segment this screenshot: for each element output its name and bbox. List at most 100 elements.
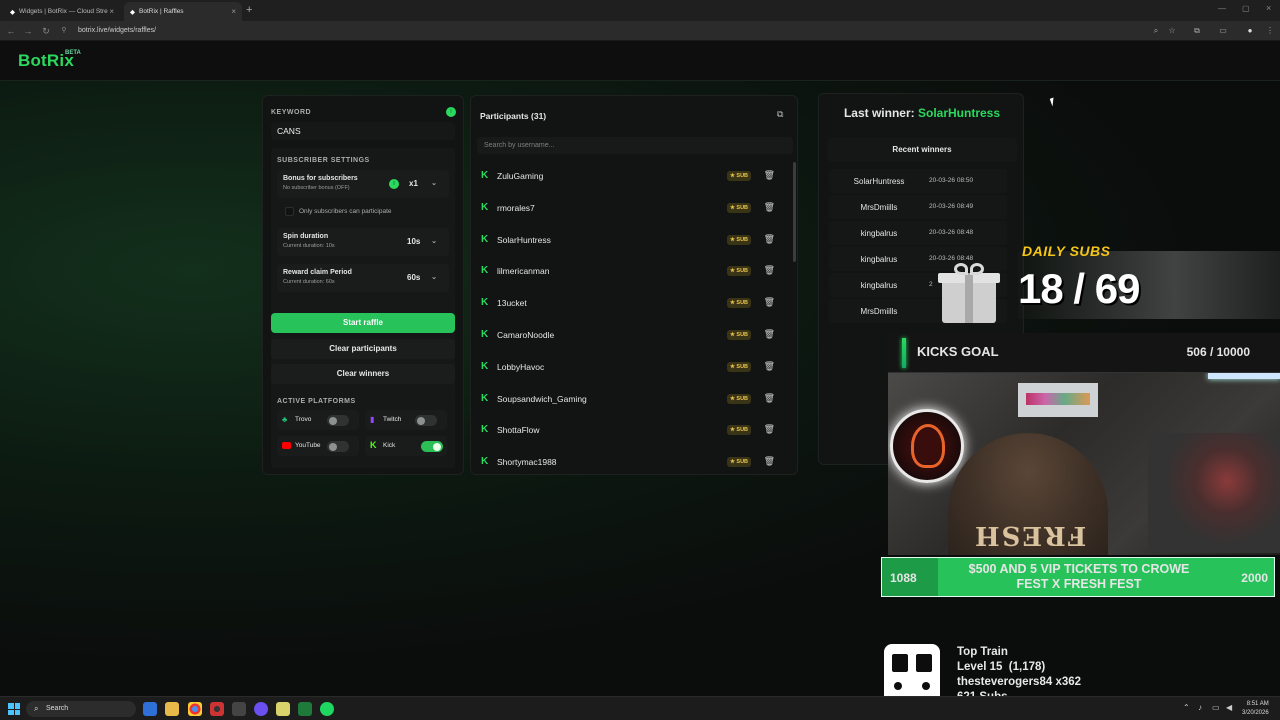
trash-icon[interactable]: 🗑 — [764, 202, 775, 213]
only-subs-checkbox[interactable] — [285, 207, 294, 216]
terminal-icon[interactable] — [232, 702, 246, 716]
address-bar[interactable]: botrix.live/widgets/raffles/ — [78, 24, 1158, 38]
sub-badge: ★ SUB — [727, 361, 751, 372]
file-explorer-icon[interactable] — [165, 702, 179, 716]
bonus-select[interactable]: x1 ⌄ — [405, 177, 441, 191]
platform-name: Trovo — [295, 416, 312, 423]
windows-start-icon[interactable] — [8, 703, 20, 715]
browser-toolbar: ← → ↻ ⚲ botrix.live/widgets/raffles/ ⌕ ☆… — [0, 21, 1280, 41]
platform-youtube: YouTube — [277, 436, 359, 456]
close-window-icon[interactable]: × — [1266, 3, 1271, 13]
participant-name: Shortymac1988 — [497, 457, 557, 468]
forward-icon[interactable]: → — [22, 25, 34, 37]
site-info-icon[interactable]: ⚲ — [58, 25, 70, 37]
clear-participants-button[interactable]: Clear participants — [271, 339, 455, 359]
zoom-icon[interactable]: ⌕ — [1150, 25, 1162, 37]
app-icon[interactable] — [210, 702, 224, 716]
scrollbar[interactable] — [793, 162, 796, 262]
info-icon[interactable]: i — [389, 179, 399, 189]
platform-name: YouTube — [295, 442, 321, 449]
taskbar-search[interactable]: ⌕ Search — [26, 701, 136, 717]
browser-tab-widgets[interactable]: ◆ Widgets | BotRix — Cloud Stre × — [4, 2, 120, 21]
cap-text: FRESH — [973, 520, 1087, 550]
app-icon[interactable] — [276, 702, 290, 716]
participant-search-input[interactable]: Search by username... — [477, 137, 793, 154]
browser-tab-raffles[interactable]: ◆ BotRix | Raffles × — [124, 2, 242, 21]
close-tab-icon[interactable]: × — [231, 7, 236, 16]
chevron-down-icon: ⌄ — [431, 180, 437, 187]
back-icon[interactable]: ← — [5, 25, 17, 37]
participant-row[interactable]: K CamaroNoodle ★ SUB 🗑 — [477, 321, 785, 349]
sidebar-icon[interactable]: ▭ — [1217, 25, 1229, 37]
copy-icon[interactable]: ⧉ — [777, 109, 783, 120]
maximize-icon[interactable]: ▢ — [1242, 4, 1250, 13]
extensions-icon[interactable]: ⧉ — [1191, 25, 1203, 37]
trash-icon[interactable]: 🗑 — [764, 456, 775, 467]
kick-toggle[interactable] — [421, 441, 443, 452]
kick-icon: K — [481, 456, 489, 468]
app-icon[interactable] — [254, 702, 268, 716]
mouse-cursor — [1049, 97, 1057, 107]
spin-select[interactable]: 10s ⌄ — [403, 235, 441, 249]
mic-icon[interactable]: ♪ — [1198, 703, 1202, 712]
new-tab-icon[interactable]: + — [246, 4, 252, 16]
twitch-toggle[interactable] — [415, 415, 437, 426]
trash-icon[interactable]: 🗑 — [764, 361, 775, 372]
trash-icon[interactable]: 🗑 — [764, 329, 775, 340]
bookmark-star-icon[interactable]: ☆ — [1166, 25, 1178, 37]
participant-name: SolarHuntress — [497, 234, 551, 245]
sub-badge: ★ SUB — [727, 234, 751, 245]
reward-select[interactable]: 60s ⌄ — [403, 271, 441, 285]
start-raffle-button[interactable]: Start raffle — [271, 313, 455, 333]
chrome-icon[interactable] — [188, 702, 202, 716]
network-icon[interactable]: ▭ — [1212, 703, 1220, 712]
reward-title: Reward claim Period — [283, 269, 352, 276]
spin-value: 10s — [407, 237, 421, 246]
reward-value: 60s — [407, 273, 421, 282]
trash-icon[interactable]: 🗑 — [764, 170, 775, 181]
bonus-value: x1 — [409, 179, 418, 188]
app-header: BotRix BETA — [0, 41, 1280, 81]
reload-icon[interactable]: ↻ — [40, 25, 52, 37]
profile-icon[interactable]: ● — [1244, 25, 1256, 37]
minimize-icon[interactable]: — — [1218, 4, 1226, 13]
youtube-toggle[interactable] — [327, 441, 349, 452]
participant-row[interactable]: K SolarHuntress ★ SUB 🗑 — [477, 226, 785, 254]
volume-icon[interactable]: ◀ — [1226, 703, 1232, 712]
platform-name: Twitch — [383, 416, 402, 423]
search-icon: ⌕ — [34, 704, 39, 713]
widgets-app-icon[interactable] — [143, 702, 157, 716]
trash-icon[interactable]: 🗑 — [764, 424, 775, 435]
participant-row[interactable]: K LobbyHavoc ★ SUB 🗑 — [477, 353, 785, 381]
spotify-icon[interactable] — [320, 702, 334, 716]
trash-icon[interactable]: 🗑 — [764, 297, 775, 308]
participant-row[interactable]: K Shortymac1988 ★ SUB 🗑 — [477, 448, 785, 476]
participant-row[interactable]: K 13ucket ★ SUB 🗑 — [477, 289, 785, 317]
sticker-wall — [1148, 433, 1280, 553]
participant-row[interactable]: K ZuluGaming ★ SUB 🗑 — [477, 162, 785, 190]
menu-icon[interactable]: ⋮ — [1264, 25, 1276, 37]
participant-row[interactable]: K ShottaFlow ★ SUB 🗑 — [477, 416, 785, 444]
keyword-input[interactable]: CANS — [271, 122, 455, 140]
kick-icon: K — [481, 201, 489, 213]
participant-row[interactable]: K Soupsandwich_Gaming ★ SUB 🗑 — [477, 385, 785, 413]
trash-icon[interactable]: 🗑 — [764, 393, 775, 404]
kick-icon: K — [481, 360, 489, 372]
excel-icon[interactable] — [298, 702, 312, 716]
trash-icon[interactable]: 🗑 — [764, 265, 775, 276]
trovo-toggle[interactable] — [327, 415, 349, 426]
favicon-icon: ◆ — [130, 8, 135, 16]
trash-icon[interactable]: 🗑 — [764, 234, 775, 245]
tray-chevron-icon[interactable]: ⌃ — [1183, 703, 1190, 712]
only-subs-row[interactable]: Only subscribers can participate — [277, 204, 449, 220]
close-tab-icon[interactable]: × — [109, 7, 114, 16]
taskbar-search-label: Search — [46, 705, 69, 712]
neon-logo-sign — [890, 409, 964, 483]
sub-badge: ★ SUB — [727, 425, 751, 436]
participant-row[interactable]: Klilmericanman ★ SUB 🗑 — [477, 257, 785, 285]
clock[interactable]: 8:51 AM 3/20/2026 — [1242, 700, 1269, 718]
participant-row[interactable]: Krmorales7 ★ SUB 🗑 — [477, 194, 785, 222]
subathon-goal-banner: 1088 $500 AND 5 VIP TICKETS TO CROWE FES… — [881, 557, 1275, 597]
info-icon[interactable]: i — [446, 107, 456, 117]
clear-winners-button[interactable]: Clear winners — [271, 364, 455, 384]
